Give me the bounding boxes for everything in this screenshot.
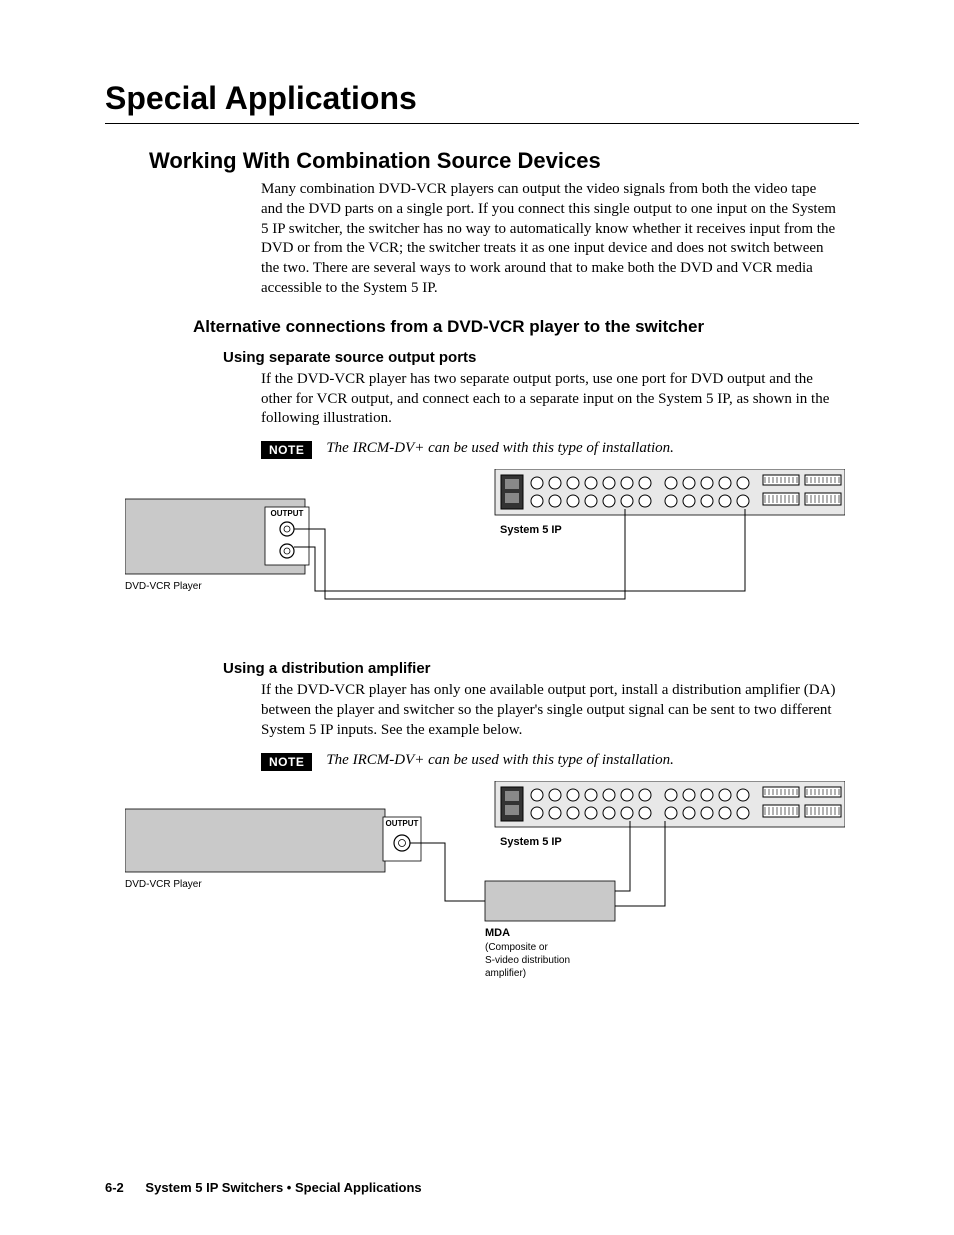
note-text: The IRCM-DV+ can be used with this type … [326, 751, 674, 771]
subsub2-heading: Using a distribution amplifier [223, 660, 859, 677]
figure-2: OUTPUT DVD-VCR Player [125, 781, 859, 1006]
page-footer: 6-2 System 5 IP Switchers • Special Appl… [105, 1180, 422, 1195]
chapter-title: Special Applications [105, 80, 859, 117]
footer-title: System 5 IP Switchers • Special Applicat… [145, 1180, 421, 1195]
fig1-output-label: OUTPUT [271, 509, 304, 518]
fig2-system-label: System 5 IP [500, 836, 562, 848]
page-number: 6-2 [105, 1180, 124, 1195]
subsection-heading: Alternative connections from a DVD-VCR p… [193, 317, 859, 337]
subsub1-para1: If the DVD-VCR player has two separate o… [261, 370, 841, 429]
fig2-mda-desc2: S-video distribution [485, 955, 570, 966]
note-badge: NOTE [261, 441, 312, 459]
fig2-dvd-label: DVD-VCR Player [125, 879, 202, 890]
fig2-output-label: OUTPUT [386, 819, 419, 828]
fig1-dvd-label: DVD-VCR Player [125, 581, 202, 592]
note-row-1: NOTE The IRCM-DV+ can be used with this … [261, 439, 859, 459]
note-badge: NOTE [261, 753, 312, 771]
page: Special Applications Working With Combin… [0, 0, 954, 1235]
fig1-system-label: System 5 IP [500, 524, 562, 536]
figure-1: OUTPUT DVD-VCR Player [125, 469, 859, 624]
note-text: The IRCM-DV+ can be used with this type … [326, 439, 674, 459]
note-row-2: NOTE The IRCM-DV+ can be used with this … [261, 751, 859, 771]
section1-para1: Many combination DVD-VCR players can out… [261, 180, 841, 299]
figure-1-svg: OUTPUT DVD-VCR Player [125, 469, 845, 619]
section-heading: Working With Combination Source Devices [149, 148, 859, 174]
fig2-mda-label: MDA [485, 927, 510, 939]
subsub1-heading: Using separate source output ports [223, 349, 859, 366]
title-rule [105, 123, 859, 124]
fig2-mda-desc1: (Composite or [485, 942, 548, 953]
figure-2-svg: OUTPUT DVD-VCR Player [125, 781, 845, 1001]
subsub2-para1: If the DVD-VCR player has only one avail… [261, 681, 841, 740]
fig2-mda-desc3: amplifier) [485, 968, 526, 979]
